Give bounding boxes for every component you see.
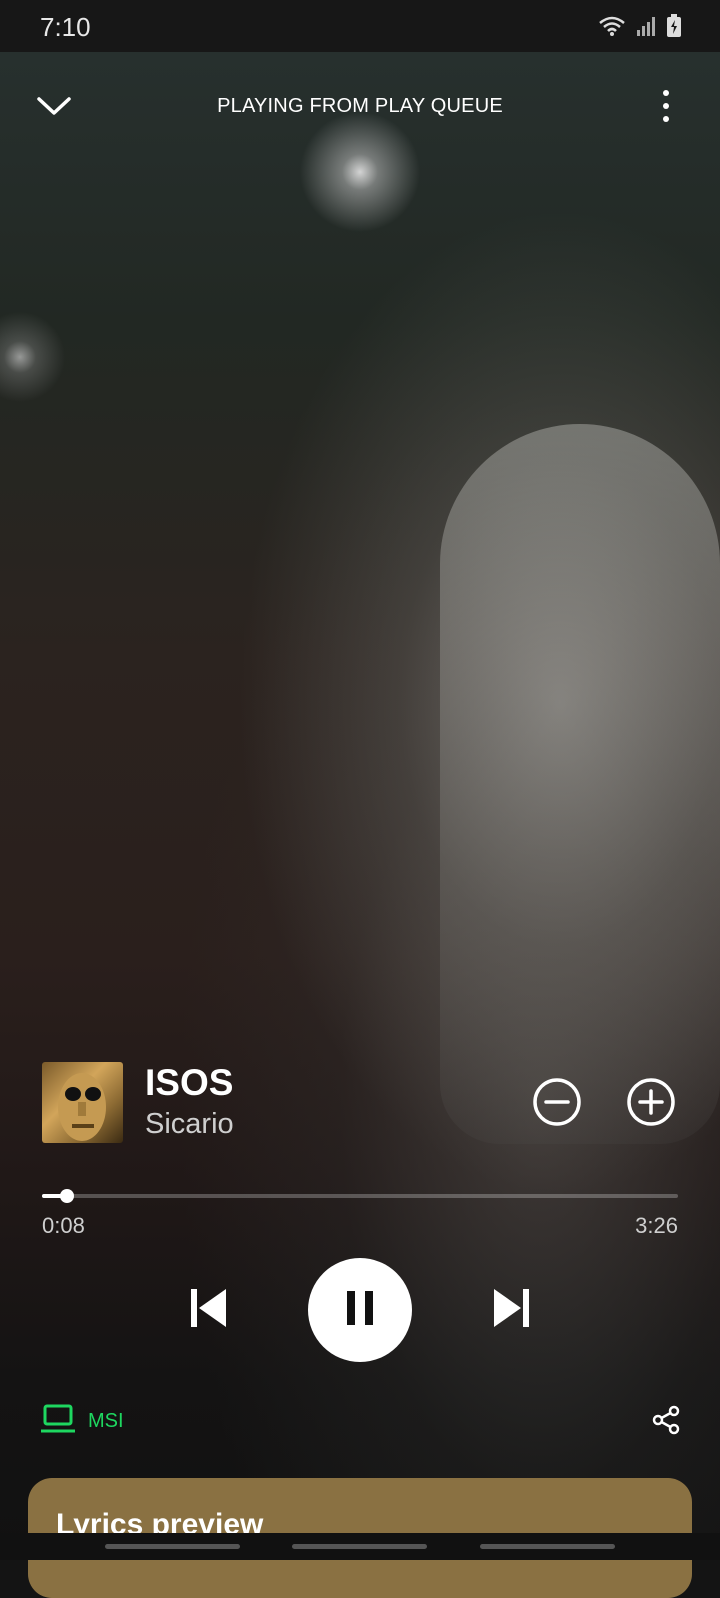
battery-charging-icon xyxy=(666,14,682,42)
system-navigation-bar xyxy=(0,1533,720,1560)
track-info: ISOS Sicario xyxy=(42,1062,682,1146)
now-playing-context-title: PLAYING FROM PLAY QUEUE xyxy=(217,95,503,117)
more-options-button[interactable] xyxy=(646,86,686,130)
progress-bar[interactable] xyxy=(42,1189,678,1203)
track-title[interactable]: ISOS xyxy=(145,1062,233,1104)
share-icon xyxy=(651,1405,681,1439)
more-vertical-icon xyxy=(662,89,670,127)
nav-recents[interactable] xyxy=(105,1544,240,1549)
nav-home[interactable] xyxy=(292,1544,427,1549)
status-time: 7:10 xyxy=(40,12,91,42)
share-button[interactable] xyxy=(646,1402,686,1442)
album-art[interactable] xyxy=(42,1062,123,1143)
minus-circle-icon xyxy=(532,1077,582,1131)
remove-button[interactable] xyxy=(530,1077,584,1131)
previous-button[interactable] xyxy=(184,1286,232,1334)
elapsed-time: 0:08 xyxy=(42,1213,85,1238)
track-artist[interactable]: Sicario xyxy=(145,1108,234,1141)
status-bar: 7:10 xyxy=(0,0,720,52)
pause-button[interactable] xyxy=(308,1258,412,1362)
wifi-icon xyxy=(598,15,626,41)
nav-back[interactable] xyxy=(480,1544,615,1549)
signal-icon xyxy=(636,15,656,41)
device-label: MSI xyxy=(88,1409,124,1432)
skip-next-icon xyxy=(492,1287,532,1333)
laptop-icon xyxy=(40,1404,76,1438)
progress-thumb[interactable] xyxy=(60,1189,74,1203)
plus-circle-icon xyxy=(626,1077,676,1131)
pause-icon xyxy=(345,1291,375,1329)
add-to-library-button[interactable] xyxy=(624,1077,678,1131)
connected-device[interactable]: MSI xyxy=(40,1404,124,1438)
duration-time: 3:26 xyxy=(635,1213,678,1238)
status-icons xyxy=(598,14,682,42)
hooded-figure-video-frame xyxy=(440,424,720,1144)
skip-previous-icon xyxy=(188,1287,228,1333)
next-button[interactable] xyxy=(488,1286,536,1334)
